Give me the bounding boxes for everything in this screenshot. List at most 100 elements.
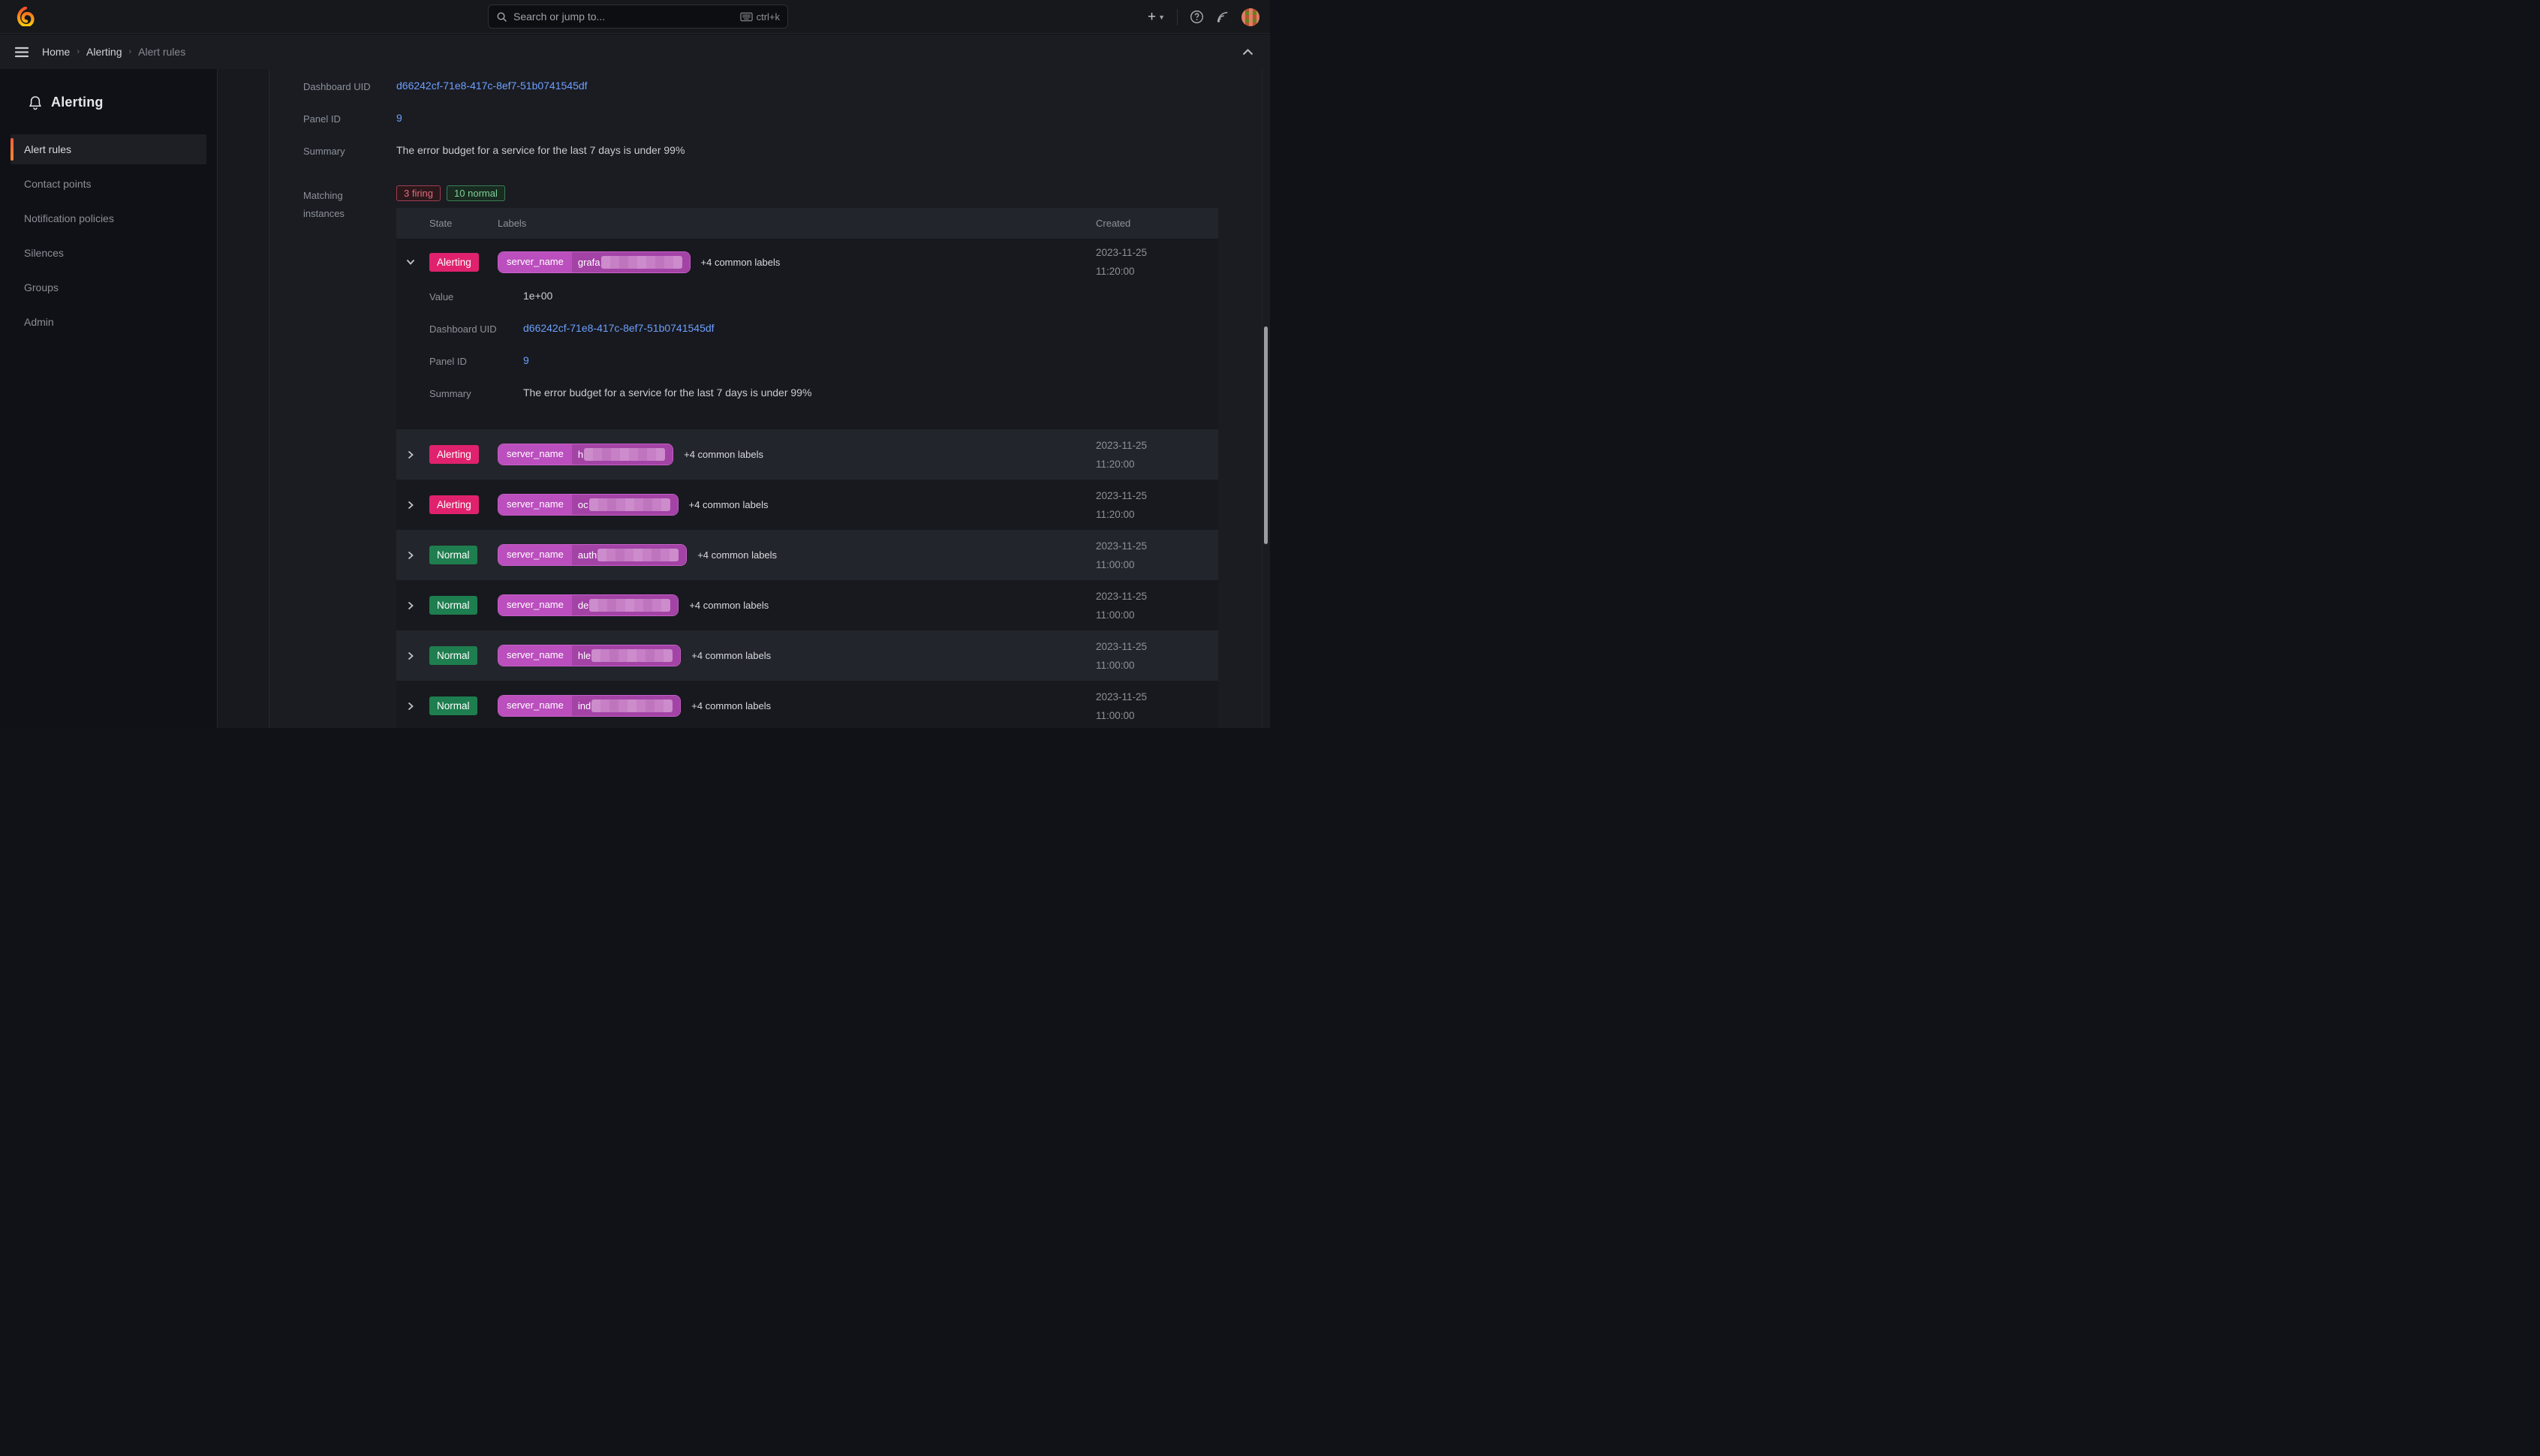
scrollbar-thumb[interactable] bbox=[1264, 326, 1268, 544]
created-date: 2023-11-25 bbox=[1096, 537, 1218, 555]
chevron-right-icon[interactable] bbox=[407, 601, 420, 610]
breadcrumb-item[interactable]: Home bbox=[42, 46, 70, 58]
search-input[interactable]: Search or jump to... ctrl+k bbox=[488, 5, 788, 29]
sidebar-item-alert-rules[interactable]: Alert rules bbox=[11, 134, 206, 164]
breadcrumb-item[interactable]: Alerting bbox=[86, 46, 122, 58]
label-value: h bbox=[572, 444, 673, 465]
detail-value-link[interactable]: d66242cf-71e8-417c-8ef7-51b0741545df bbox=[396, 80, 588, 92]
collapse-section-button[interactable] bbox=[1242, 49, 1253, 56]
label-value: ind bbox=[572, 696, 680, 716]
instance-row-header[interactable]: Normalserver_namede+4 common labels2023-… bbox=[396, 580, 1218, 630]
detail-label: Panel ID bbox=[303, 112, 396, 125]
redacted-label-value bbox=[591, 649, 673, 662]
state-badge: Normal bbox=[429, 646, 477, 665]
created-cell: 2023-11-2511:00:00 bbox=[1096, 687, 1218, 725]
grafana-logo-icon[interactable] bbox=[17, 7, 35, 26]
sidebar-item-notification-policies[interactable]: Notification policies bbox=[11, 203, 206, 233]
chevron-right-icon[interactable] bbox=[407, 551, 420, 560]
created-time: 11:00:00 bbox=[1096, 555, 1218, 574]
detail-value-link[interactable]: 9 bbox=[396, 112, 402, 124]
sidebar-item-groups[interactable]: Groups bbox=[11, 272, 206, 302]
avatar[interactable] bbox=[1241, 8, 1259, 26]
sidebar-item-admin[interactable]: Admin bbox=[11, 307, 206, 337]
redacted-label-value bbox=[591, 699, 673, 712]
chevron-right-icon[interactable] bbox=[407, 702, 420, 711]
label-key: server_name bbox=[498, 696, 572, 716]
instance-row: Alertingserver_nameh+4 common labels2023… bbox=[396, 429, 1218, 480]
server-name-label-pill: server_nameind bbox=[498, 695, 681, 717]
breadcrumb-separator-icon: › bbox=[129, 47, 132, 56]
detail-label: Value bbox=[429, 290, 523, 302]
detail-row: Dashboard UIDd66242cf-71e8-417c-8ef7-51b… bbox=[303, 80, 1270, 112]
created-date: 2023-11-25 bbox=[1096, 637, 1218, 656]
alerting-sidebar: Alerting Alert rules Contact points Notifi… bbox=[0, 69, 218, 728]
label-key: server_name bbox=[498, 545, 572, 565]
label-value-prefix: hle bbox=[578, 650, 591, 661]
detail-value-link[interactable]: d66242cf-71e8-417c-8ef7-51b0741545df bbox=[523, 322, 715, 334]
add-new-button[interactable]: + ▼ bbox=[1148, 10, 1165, 24]
sidebar-item-label: Contact points bbox=[24, 178, 92, 190]
search-placeholder: Search or jump to... bbox=[513, 11, 734, 23]
label-value: grafa bbox=[572, 252, 690, 272]
label-value-prefix: auth bbox=[578, 549, 597, 561]
detail-label: Summary bbox=[303, 144, 396, 157]
instance-row: Normalserver_nameauth+4 common labels202… bbox=[396, 530, 1218, 580]
chevron-right-icon[interactable] bbox=[407, 501, 420, 510]
top-nav: Search or jump to... ctrl+k + ▼ bbox=[0, 0, 1270, 34]
detail-row: Value1e+00 bbox=[429, 290, 1218, 322]
state-column-header: State bbox=[429, 218, 498, 229]
label-value: auth bbox=[572, 545, 686, 565]
labels-column-header: Labels bbox=[498, 218, 1096, 229]
labels-cell: server_nameh+4 common labels bbox=[498, 444, 1096, 465]
label-value: hle bbox=[572, 645, 680, 666]
breadcrumb-separator-icon: › bbox=[77, 47, 80, 56]
instance-row-header[interactable]: Normalserver_nameind+4 common labels2023… bbox=[396, 681, 1218, 728]
server-name-label-pill: server_nameoc bbox=[498, 494, 679, 516]
bell-icon bbox=[29, 95, 42, 110]
redacted-label-value bbox=[584, 448, 665, 461]
label-value-prefix: grafa bbox=[578, 257, 600, 268]
label-value-prefix: de bbox=[578, 600, 588, 611]
created-cell: 2023-11-2511:00:00 bbox=[1096, 637, 1218, 675]
redacted-label-value bbox=[601, 256, 682, 269]
chevron-right-icon[interactable] bbox=[407, 651, 420, 660]
detail-label: Panel ID bbox=[429, 354, 523, 367]
detail-value-link[interactable]: 9 bbox=[523, 354, 529, 366]
menu-toggle-button[interactable] bbox=[15, 47, 29, 58]
chevron-down-icon: ▼ bbox=[1158, 14, 1165, 21]
instance-row-header[interactable]: Normalserver_nameauth+4 common labels202… bbox=[396, 530, 1218, 580]
created-date: 2023-11-25 bbox=[1096, 486, 1218, 505]
label-value-prefix: h bbox=[578, 449, 583, 460]
common-labels-text: +4 common labels bbox=[701, 257, 781, 268]
chevron-right-icon[interactable] bbox=[407, 450, 420, 459]
created-time: 11:20:00 bbox=[1096, 455, 1218, 474]
sidebar-item-silences[interactable]: Silences bbox=[11, 238, 206, 268]
label-key: server_name bbox=[498, 252, 572, 272]
created-date: 2023-11-25 bbox=[1096, 436, 1218, 455]
state-cell: Normal bbox=[429, 596, 498, 615]
scrollbar-track[interactable] bbox=[1262, 69, 1270, 728]
state-badge: Normal bbox=[429, 596, 477, 615]
common-labels-text: +4 common labels bbox=[689, 600, 769, 611]
common-labels-text: +4 common labels bbox=[691, 700, 771, 711]
instance-row-header[interactable]: Alertingserver_nameoc+4 common labels202… bbox=[396, 480, 1218, 530]
sidebar-title: Alerting bbox=[29, 95, 217, 110]
server-name-label-pill: server_namehle bbox=[498, 645, 681, 666]
chevron-down-icon[interactable] bbox=[407, 257, 420, 266]
instance-row-header[interactable]: Alertingserver_namegrafa+4 common labels… bbox=[396, 239, 1218, 285]
breadcrumb-bar: Home›Alerting›Alert rules bbox=[0, 35, 1270, 69]
instance-row-header[interactable]: Normalserver_namehle+4 common labels2023… bbox=[396, 630, 1218, 681]
breadcrumb: Home›Alerting›Alert rules bbox=[42, 46, 185, 58]
news-button[interactable] bbox=[1216, 11, 1229, 24]
sidebar-item-contact-points[interactable]: Contact points bbox=[11, 169, 206, 199]
matching-instances-label: Matching instances bbox=[303, 185, 396, 728]
created-date: 2023-11-25 bbox=[1096, 243, 1218, 262]
server-name-label-pill: server_namede bbox=[498, 594, 679, 616]
redacted-label-value bbox=[589, 498, 670, 511]
help-button[interactable] bbox=[1190, 10, 1204, 24]
instance-expanded-details: Value1e+00Dashboard UIDd66242cf-71e8-417… bbox=[396, 285, 1218, 429]
detail-value: The error budget for a service for the l… bbox=[396, 144, 685, 156]
created-column-header: Created bbox=[1096, 218, 1218, 229]
label-key: server_name bbox=[498, 495, 572, 515]
instance-row-header[interactable]: Alertingserver_nameh+4 common labels2023… bbox=[396, 429, 1218, 480]
